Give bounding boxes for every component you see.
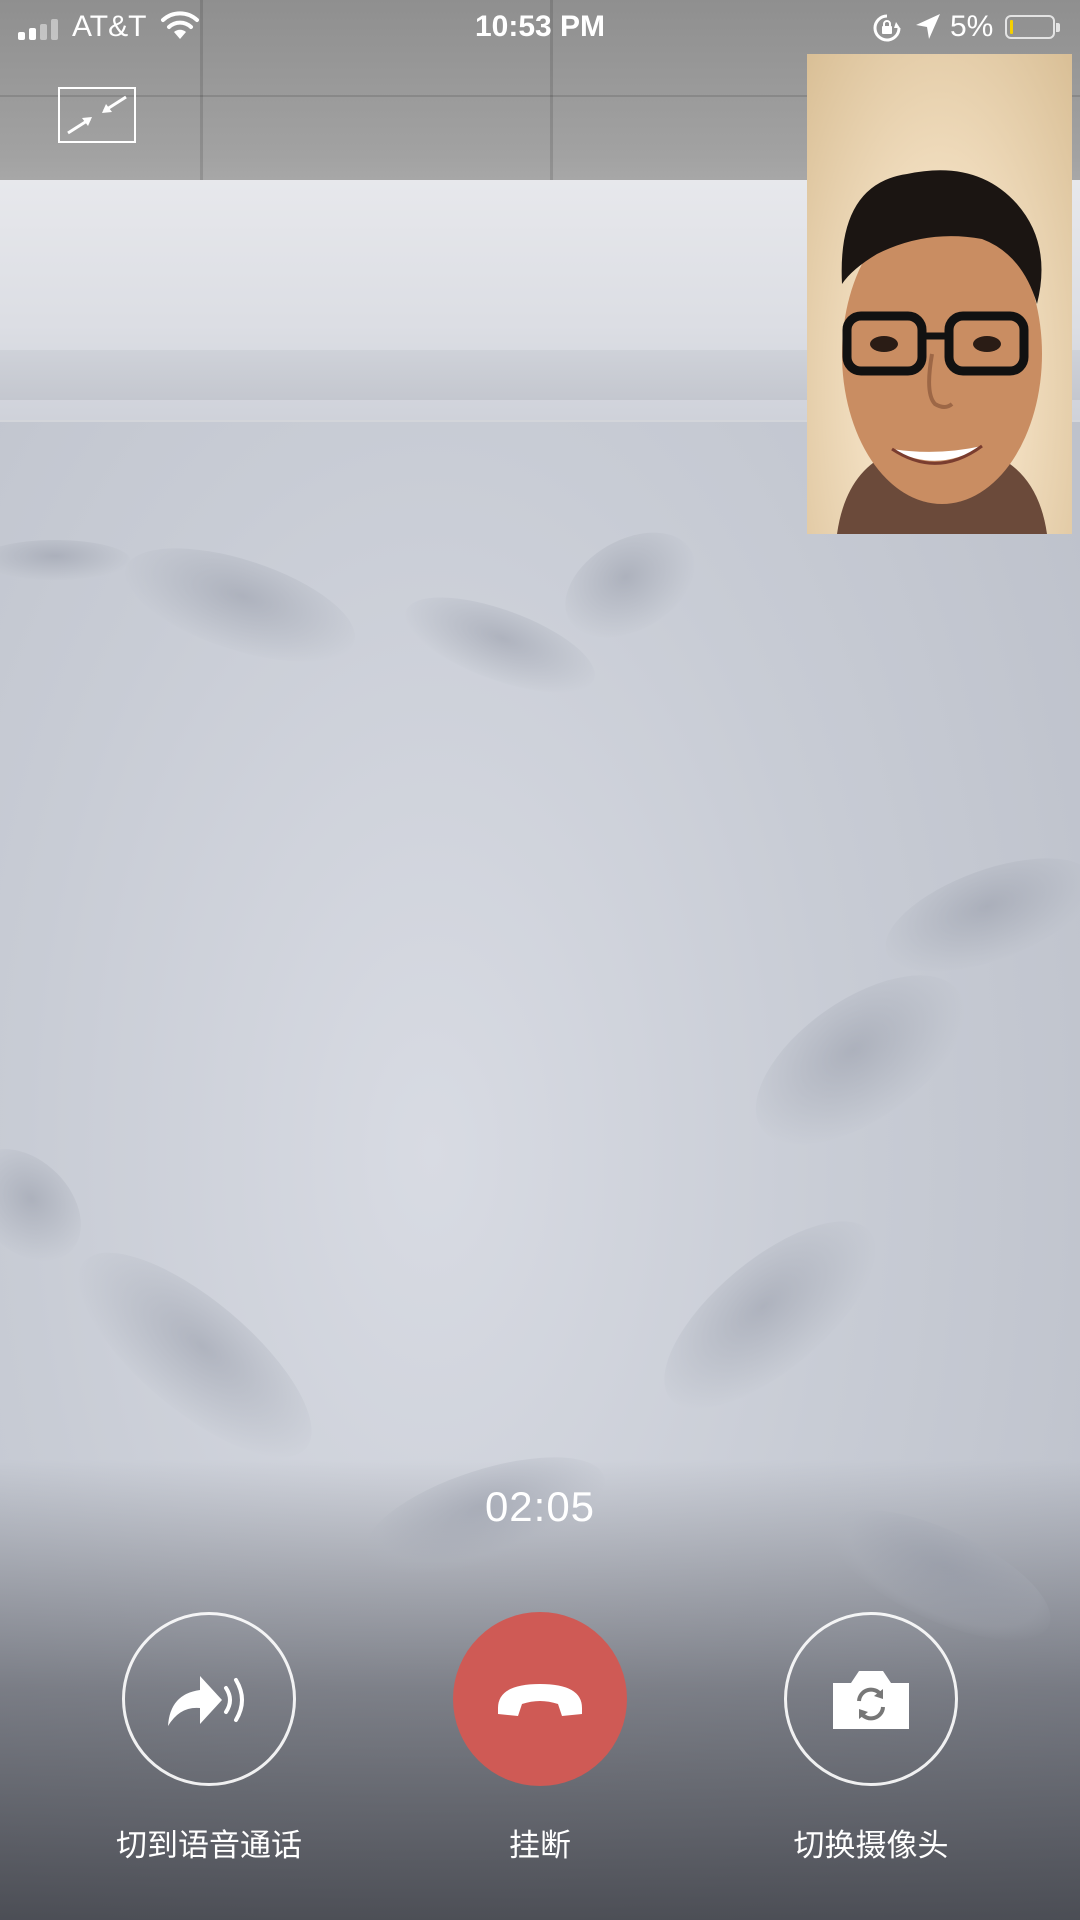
battery-percentage: 5% xyxy=(950,10,994,43)
phone-hangup-icon xyxy=(498,1684,582,1716)
voice-forward-icon xyxy=(168,1676,244,1726)
minimize-arrows-icon xyxy=(67,95,127,135)
camera-switch-icon xyxy=(833,1671,909,1729)
switch-camera-label: 切换摄像头 xyxy=(793,1828,949,1863)
switch-to-voice-button[interactable] xyxy=(122,1612,296,1786)
hang-up-control: 挂断 xyxy=(453,1612,627,1863)
switch-to-voice-control: 切到语音通话 xyxy=(116,1612,302,1863)
battery-icon xyxy=(1005,15,1060,39)
call-duration: 02:05 xyxy=(484,1483,596,1530)
orientation-lock-icon xyxy=(873,14,901,42)
switch-camera-button[interactable] xyxy=(784,1612,958,1786)
self-portrait-image xyxy=(837,170,1047,534)
hang-up-button[interactable] xyxy=(453,1612,627,1786)
hang-up-label: 挂断 xyxy=(509,1828,571,1863)
minimize-video-button[interactable] xyxy=(58,87,136,143)
location-arrow-icon xyxy=(916,14,940,39)
battery-level-fill xyxy=(1010,20,1013,34)
self-camera-preview[interactable] xyxy=(807,54,1072,534)
status-bar: AT&T 10:53 PM 5% xyxy=(0,0,1080,56)
switch-camera-control: 切换摄像头 xyxy=(784,1612,958,1863)
switch-to-voice-label: 切到语音通话 xyxy=(116,1828,302,1863)
